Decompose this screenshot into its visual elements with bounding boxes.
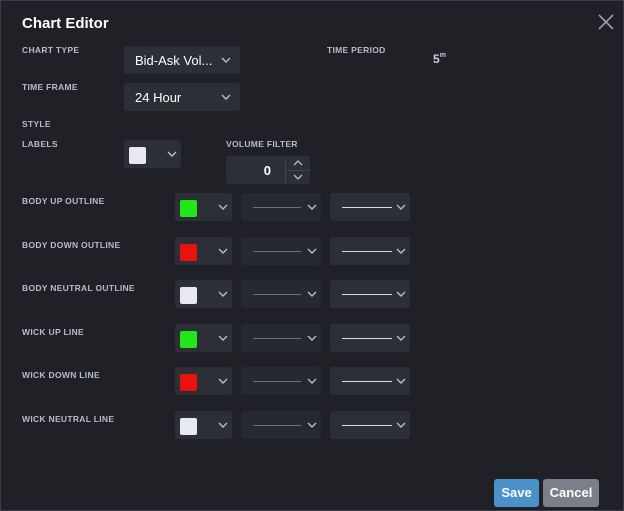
line-style-select[interactable] <box>330 323 410 352</box>
chevron-down-icon <box>293 174 303 180</box>
line-style-preview <box>342 294 392 296</box>
color-swatch <box>180 243 197 261</box>
time-period-value: 5m <box>433 52 446 66</box>
chevron-down-icon <box>218 335 228 341</box>
time-period-label: TIME PERIOD <box>327 45 386 55</box>
style-row-label: WICK DOWN LINE <box>22 370 100 381</box>
chevron-down-icon <box>218 378 228 385</box>
chart-type-select[interactable]: Bid-Ask Vol... <box>124 46 240 74</box>
close-icon[interactable] <box>597 13 615 31</box>
line-style-select[interactable] <box>330 367 410 396</box>
style-row-label: BODY NEUTRAL OUTLINE <box>22 283 135 294</box>
time-frame-value: 24 Hour <box>135 90 182 105</box>
line-width-preview <box>253 381 301 383</box>
chevron-down-icon <box>307 248 317 254</box>
chevron-down-icon <box>396 248 406 254</box>
chevron-down-icon <box>307 378 317 385</box>
line-width-preview <box>253 294 301 296</box>
color-swatch <box>180 374 197 392</box>
color-select[interactable] <box>175 236 232 265</box>
chevron-up-icon <box>293 160 303 166</box>
chevron-down-icon <box>218 422 228 428</box>
line-style-preview <box>342 207 392 208</box>
volume-increment-button[interactable] <box>285 157 310 170</box>
time-period-unit: m <box>439 52 446 59</box>
color-select[interactable] <box>175 280 232 309</box>
chart-editor-dialog: Chart Editor CHART TYPE Bid-Ask Vol... T… <box>0 0 624 511</box>
color-swatch <box>180 200 197 217</box>
chart-type-value: Bid-Ask Vol... <box>135 53 213 68</box>
style-row-label: BODY UP OUTLINE <box>22 196 105 206</box>
line-style-select[interactable] <box>330 280 410 309</box>
color-select[interactable] <box>175 411 232 439</box>
labels-color-select[interactable] <box>124 140 181 168</box>
cancel-button[interactable]: Cancel <box>543 479 599 507</box>
labels-color-swatch <box>129 147 146 164</box>
line-width-select[interactable] <box>241 367 321 396</box>
chevron-down-icon <box>307 335 317 341</box>
dialog-title: Chart Editor <box>22 15 109 32</box>
volume-filter-value: 0 <box>263 163 271 178</box>
chevron-down-icon <box>167 151 177 157</box>
color-select[interactable] <box>175 193 232 221</box>
line-style-preview <box>342 381 392 383</box>
line-width-preview <box>253 425 301 426</box>
color-swatch <box>180 330 197 348</box>
chevron-down-icon <box>218 248 228 254</box>
volume-decrement-button[interactable] <box>285 170 310 184</box>
line-style-preview <box>342 250 392 252</box>
chevron-down-icon <box>221 57 231 63</box>
labels-label: LABELS <box>22 139 58 149</box>
chevron-down-icon <box>307 422 317 428</box>
line-style-select[interactable] <box>330 193 410 221</box>
line-width-preview <box>253 337 301 339</box>
time-period-number: 5 <box>433 52 440 66</box>
chart-type-label: CHART TYPE <box>22 45 80 55</box>
chevron-down-icon <box>307 291 317 298</box>
color-swatch <box>180 418 197 435</box>
style-label: STYLE <box>22 119 51 129</box>
time-frame-label: TIME FRAME <box>22 82 78 92</box>
chevron-down-icon <box>218 204 228 210</box>
line-width-select[interactable] <box>241 193 321 221</box>
chevron-down-icon <box>218 291 228 298</box>
color-select[interactable] <box>175 323 232 352</box>
color-select[interactable] <box>175 367 232 396</box>
style-row-label: WICK UP LINE <box>22 326 84 337</box>
line-width-preview <box>253 250 301 252</box>
color-swatch <box>180 287 197 305</box>
chevron-down-icon <box>396 335 406 341</box>
chevron-down-icon <box>221 94 231 100</box>
line-style-select[interactable] <box>330 411 410 439</box>
line-style-preview <box>342 337 392 339</box>
volume-filter-label: VOLUME FILTER <box>226 139 298 149</box>
line-width-preview <box>253 207 301 208</box>
chevron-down-icon <box>307 204 317 210</box>
style-row-label: BODY DOWN OUTLINE <box>22 239 121 250</box>
chevron-down-icon <box>396 422 406 428</box>
line-width-select[interactable] <box>241 411 321 439</box>
chevron-down-icon <box>396 204 406 210</box>
line-style-preview <box>342 425 392 426</box>
chevron-down-icon <box>396 291 406 298</box>
style-row-label: WICK NEUTRAL LINE <box>22 414 115 424</box>
line-style-select[interactable] <box>330 236 410 265</box>
line-width-select[interactable] <box>241 323 321 352</box>
line-width-select[interactable] <box>241 236 321 265</box>
line-width-select[interactable] <box>241 280 321 309</box>
time-frame-select[interactable]: 24 Hour <box>124 83 240 111</box>
chevron-down-icon <box>396 378 406 385</box>
save-button[interactable]: Save <box>494 479 539 507</box>
